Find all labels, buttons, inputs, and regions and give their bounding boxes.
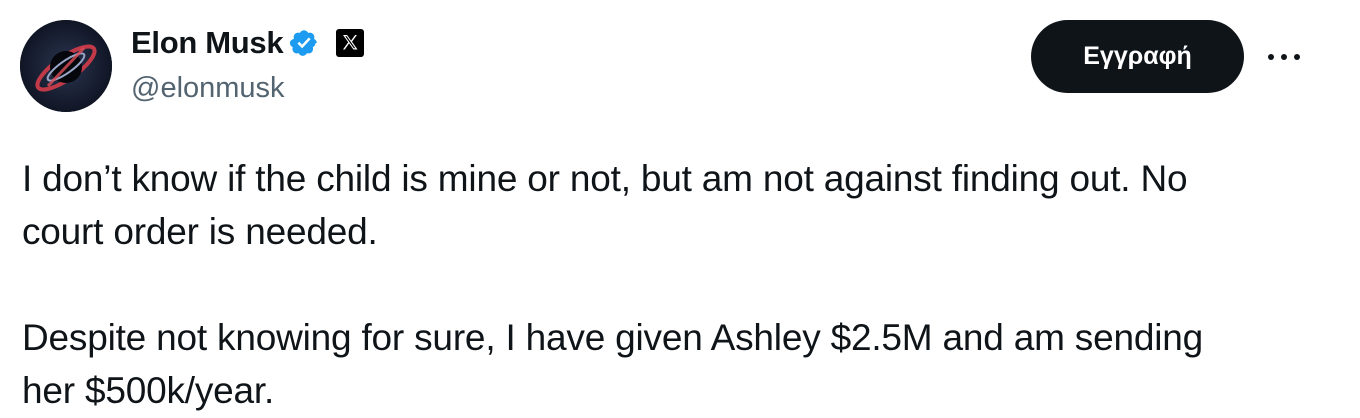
author-block: Elon Musk @elonmusk xyxy=(131,24,365,105)
avatar[interactable] xyxy=(20,20,112,112)
verified-badge-icon[interactable] xyxy=(289,28,319,58)
tweet-line: I don’t know if the child is mine or not… xyxy=(22,158,1188,199)
author-display-name[interactable]: Elon Musk xyxy=(131,25,284,61)
tweet-text: I don’t know if the child is mine or not… xyxy=(22,152,1322,417)
tweet-line: Despite not knowing for sure, I have giv… xyxy=(22,317,1203,358)
tweet-line: her $500k/year. xyxy=(22,370,275,411)
x-logo-icon[interactable] xyxy=(335,28,365,58)
author-handle[interactable]: @elonmusk xyxy=(131,72,365,105)
tweet-card: Elon Musk @elonmusk Εγγραφή I don’t know… xyxy=(0,0,1360,418)
more-options-icon[interactable] xyxy=(1262,40,1306,74)
tweet-line: court order is needed. xyxy=(22,211,378,252)
subscribe-button[interactable]: Εγγραφή xyxy=(1031,20,1244,93)
author-name-row: Elon Musk xyxy=(131,24,365,62)
avatar-image xyxy=(20,20,112,112)
